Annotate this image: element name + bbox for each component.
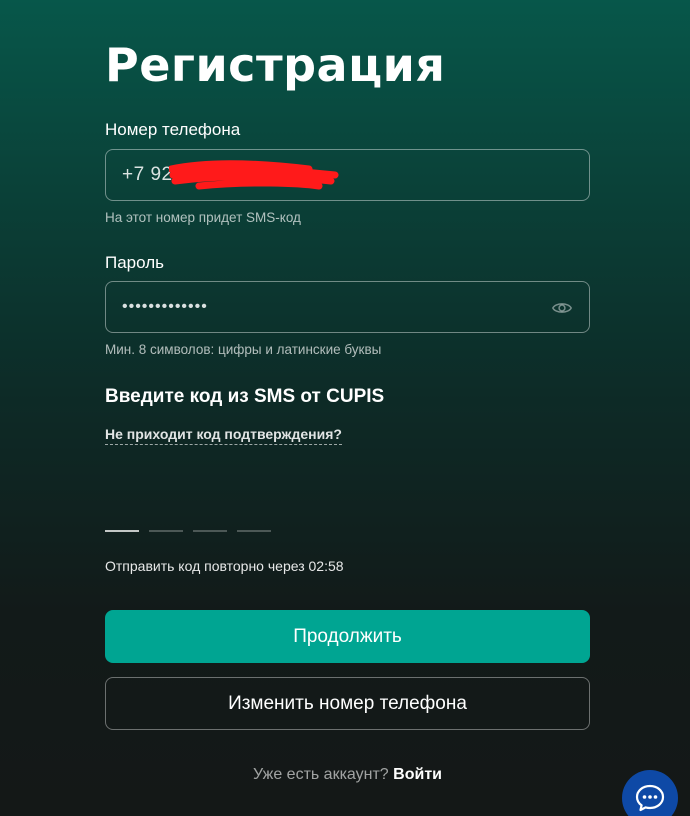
sms-code-heading: Введите код из SMS от CUPIS [105, 386, 385, 407]
login-link[interactable]: Войти [393, 766, 442, 783]
sms-code-input[interactable] [105, 530, 271, 532]
eye-icon[interactable] [551, 297, 573, 319]
continue-button[interactable]: Продолжить [105, 610, 590, 663]
code-digit-slot[interactable] [237, 530, 271, 532]
change-phone-button[interactable]: Изменить номер телефона [105, 677, 590, 730]
password-label: Пароль [105, 253, 164, 272]
redaction-scribble [169, 160, 339, 190]
password-field[interactable]: ••••••••••••• [105, 281, 590, 333]
chat-bubble-icon [635, 784, 665, 812]
code-digit-slot[interactable] [149, 530, 183, 532]
resend-timer-text: Отправить код повторно через 02:58 [105, 558, 344, 574]
phone-label: Номер телефона [105, 120, 241, 139]
no-code-link[interactable]: Не приходит код подтверждения? [105, 426, 342, 445]
phone-hint: На этот номер придет SMS-код [105, 210, 301, 225]
chat-button[interactable] [622, 770, 678, 816]
page-title: Регистрация [105, 38, 446, 92]
password-value: ••••••••••••• [122, 298, 208, 315]
password-hint: Мин. 8 символов: цифры и латинские буквы [105, 342, 382, 357]
login-prompt-text: Уже есть аккаунт? [252, 766, 389, 783]
code-digit-slot[interactable] [105, 530, 139, 532]
login-prompt: Уже есть аккаунт? Войти [105, 766, 590, 784]
code-digit-slot[interactable] [193, 530, 227, 532]
